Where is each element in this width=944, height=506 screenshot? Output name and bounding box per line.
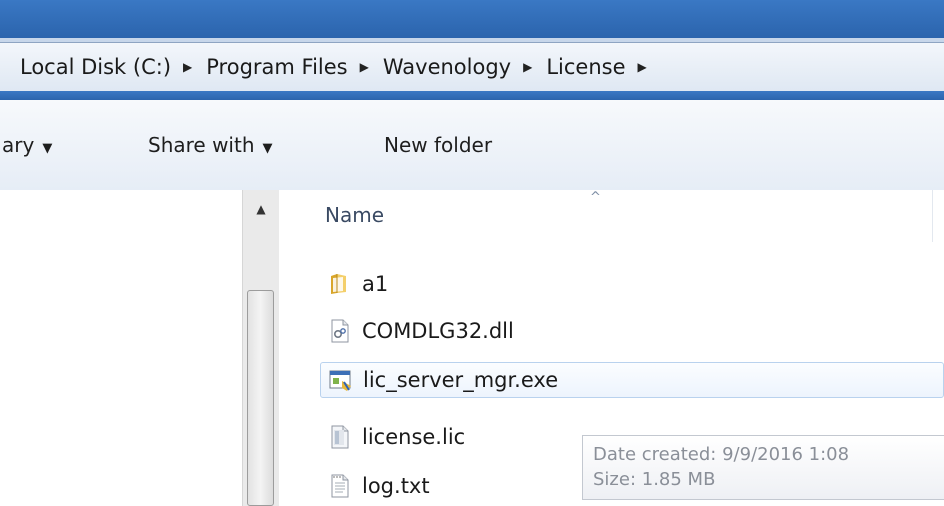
list-item[interactable]: COMDLG32.dll — [320, 313, 944, 349]
breadcrumb-separator-icon[interactable]: ▶ — [183, 60, 192, 74]
breadcrumb-wavenology[interactable]: Wavenology — [383, 55, 511, 79]
file-name: COMDLG32.dll — [362, 319, 514, 343]
breadcrumb-separator-icon[interactable]: ▶ — [360, 60, 369, 74]
column-divider[interactable] — [932, 190, 933, 242]
include-in-library-button[interactable]: ary ▼ — [2, 133, 52, 157]
exe-file-icon — [329, 368, 353, 392]
new-folder-label: New folder — [384, 133, 493, 157]
tooltip-size: Size: 1.85 MB — [593, 469, 716, 490]
tooltip-date-created: Date created: 9/9/2016 1:08 — [593, 444, 850, 465]
breadcrumb-separator-icon[interactable]: ▶ — [523, 60, 532, 74]
share-with-button[interactable]: Share with ▼ — [148, 133, 273, 157]
column-header-name[interactable]: Name — [325, 203, 384, 227]
text-file-icon — [328, 474, 352, 498]
scroll-up-arrow-icon[interactable]: ▲ — [243, 202, 279, 216]
lic-file-icon — [328, 425, 352, 449]
chevron-down-icon: ▼ — [262, 141, 273, 156]
sort-ascending-icon: ^ — [590, 190, 601, 205]
address-bar-border — [0, 91, 944, 100]
navigation-scrollbar[interactable]: ▲ — [242, 190, 280, 506]
include-in-library-label: ary — [2, 133, 35, 157]
file-name: lic_server_mgr.exe — [363, 368, 559, 392]
window-title-bar — [0, 0, 944, 38]
scrollbar-thumb[interactable] — [247, 290, 274, 506]
file-name: a1 — [362, 272, 389, 296]
list-item[interactable]: a1 — [320, 266, 944, 302]
share-with-label: Share with — [148, 133, 255, 157]
breadcrumb: Local Disk (C:) ▶ Program Files ▶ Waveno… — [20, 55, 661, 79]
address-bar[interactable]: Local Disk (C:) ▶ Program Files ▶ Waveno… — [0, 42, 944, 92]
breadcrumb-license[interactable]: License — [546, 55, 625, 79]
chevron-down-icon: ▼ — [42, 141, 53, 156]
breadcrumb-program-files[interactable]: Program Files — [206, 55, 347, 79]
new-folder-button[interactable]: New folder — [384, 133, 492, 157]
navigation-pane[interactable] — [0, 190, 244, 506]
file-name: log.txt — [362, 474, 430, 498]
file-info-tooltip: Date created: 9/9/2016 1:08 Size: 1.85 M… — [582, 435, 944, 500]
breadcrumb-local-disk[interactable]: Local Disk (C:) — [20, 55, 171, 79]
breadcrumb-separator-icon[interactable]: ▶ — [638, 60, 647, 74]
file-name: license.lic — [362, 425, 466, 449]
dll-file-icon — [328, 319, 352, 343]
folder-icon — [328, 272, 352, 296]
list-item-selected[interactable]: lic_server_mgr.exe — [320, 362, 944, 398]
